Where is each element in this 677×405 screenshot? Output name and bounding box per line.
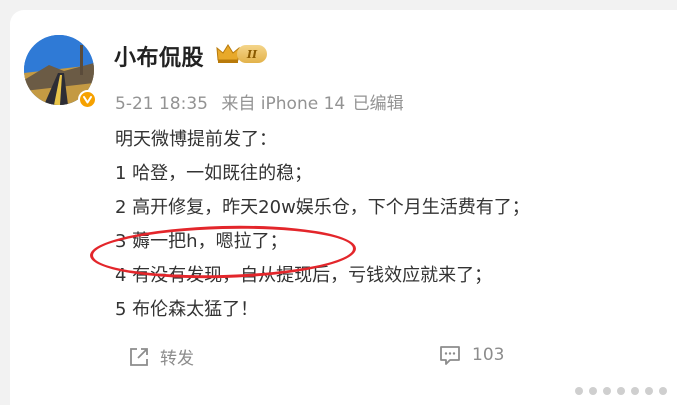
level-badge: II — [237, 45, 267, 63]
post-line: 2 高开修复，昨天20w娱乐仓，下个月生活费有了； — [115, 197, 530, 218]
weibo-post-card: 小布侃股 II 5-21 18:35 来自 iPhone 14 已编辑 明天微博… — [10, 10, 677, 405]
comment-button[interactable]: 103 — [438, 344, 504, 366]
post-content: 明天微博提前发了： 1 哈登，一如既往的稳； 2 高开修复，昨天20w娱乐仓，下… — [115, 123, 655, 327]
post-line: 1 哈登，一如既往的稳； — [115, 163, 313, 184]
watermark-dots — [575, 387, 667, 395]
author-name[interactable]: 小布侃股 — [114, 40, 204, 72]
action-bar: 转发 103 — [10, 340, 677, 380]
comment-count: 103 — [472, 345, 505, 365]
verified-badge-icon — [78, 90, 97, 109]
post-source: 来自 iPhone 14 — [221, 94, 346, 114]
repost-button[interactable]: 转发 — [128, 344, 194, 369]
post-meta: 5-21 18:35 来自 iPhone 14 已编辑 — [115, 89, 412, 114]
post-line: 5 布伦森太猛了！ — [115, 299, 259, 320]
post-line: 明天微博提前发了： — [115, 129, 277, 150]
repost-label: 转发 — [160, 349, 194, 369]
crown-icon: II — [215, 42, 271, 66]
repost-icon — [130, 347, 148, 366]
post-date[interactable]: 5-21 18:35 — [115, 94, 208, 114]
comment-icon — [440, 346, 460, 365]
post-edited-tag[interactable]: 已编辑 — [353, 94, 404, 114]
